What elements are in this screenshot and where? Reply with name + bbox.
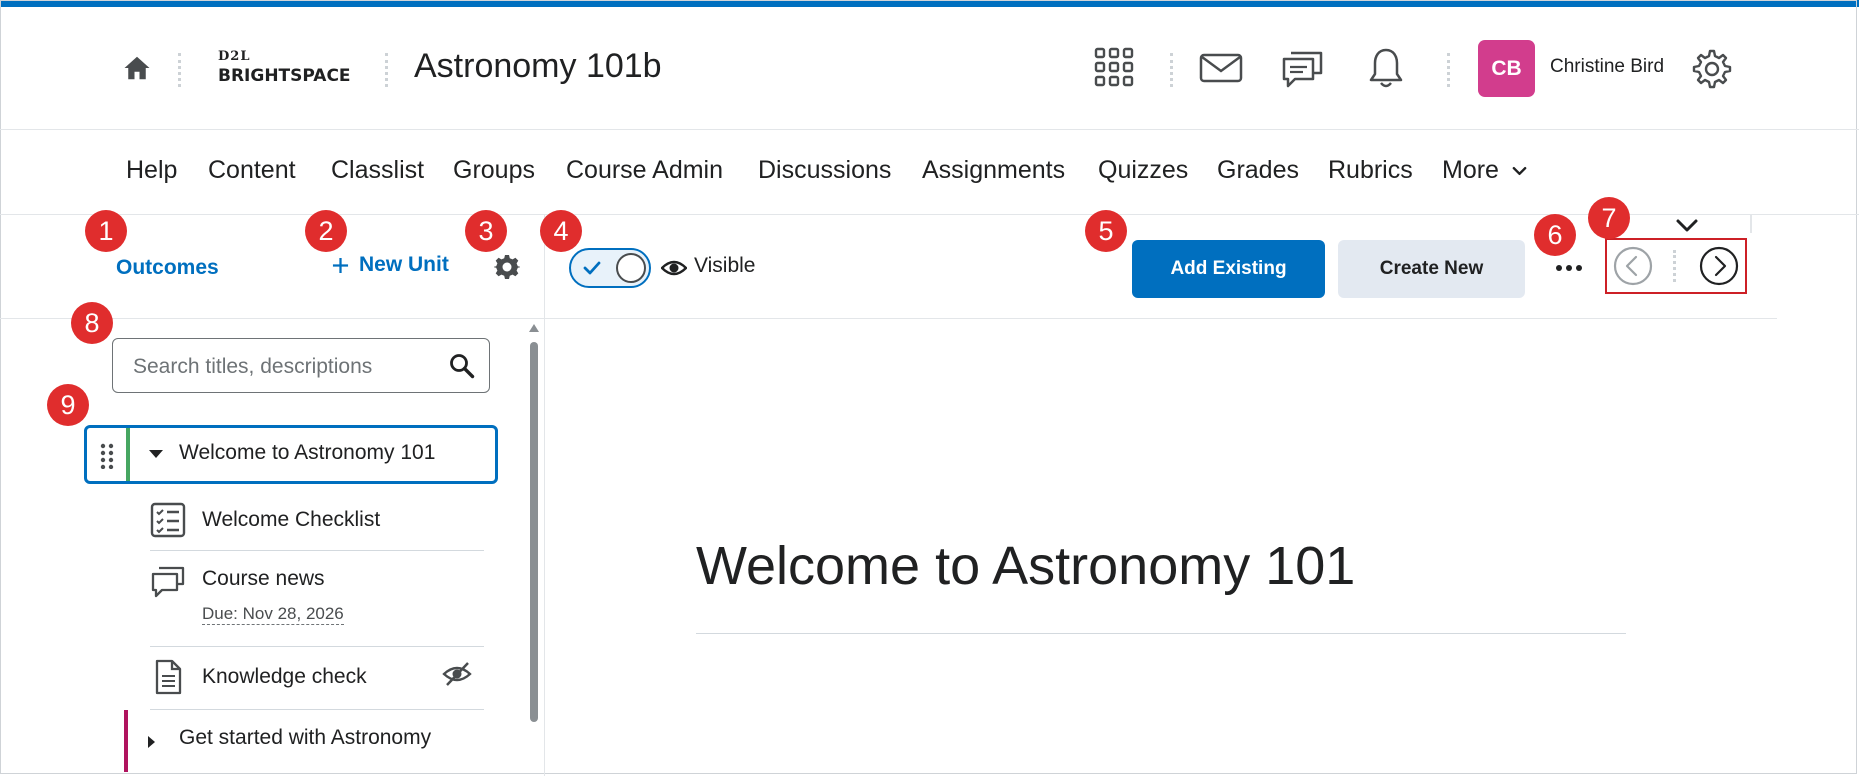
unit-item-get-started[interactable]: Get started with Astronomy — [124, 710, 494, 776]
visibility-toggle[interactable] — [569, 248, 651, 288]
bell-icon[interactable] — [1368, 47, 1404, 89]
caret-down-icon[interactable] — [149, 450, 163, 458]
new-unit-label: New Unit — [359, 253, 449, 276]
nav-rubrics[interactable]: Rubrics — [1328, 156, 1413, 185]
checkmark-icon — [583, 261, 601, 275]
due-date: Due: Nov 28, 2026 — [202, 604, 344, 625]
mail-icon[interactable] — [1199, 53, 1243, 83]
unit-title: Welcome to Astronomy 101 — [179, 441, 436, 464]
checklist-icon — [150, 502, 186, 538]
nav-groups[interactable]: Groups — [453, 156, 535, 185]
unit-color-bar — [126, 428, 130, 481]
avatar[interactable]: CB — [1478, 40, 1535, 97]
callout-badge-8: 8 — [71, 302, 113, 344]
nav-course-admin[interactable]: Course Admin — [566, 156, 723, 185]
header-separator — [1170, 53, 1173, 87]
topic-item[interactable]: Knowledge check — [150, 647, 484, 710]
nav-discussions[interactable]: Discussions — [758, 156, 891, 185]
page-title: Welcome to Astronomy 101 — [696, 536, 1356, 596]
course-title[interactable]: Astronomy 101b — [414, 47, 662, 86]
discussion-icon — [151, 566, 185, 598]
topic-title: Welcome Checklist — [202, 508, 381, 531]
home-icon[interactable] — [122, 53, 152, 83]
new-unit-button[interactable]: New Unit — [332, 253, 449, 277]
search-icon[interactable] — [449, 353, 475, 379]
toc-scrollbar[interactable] — [528, 322, 540, 722]
chevron-down-icon — [1512, 167, 1527, 176]
plus-icon — [332, 257, 349, 273]
header-separator — [1447, 53, 1450, 87]
callout-badge-3: 3 — [465, 210, 507, 252]
gear-icon[interactable] — [1690, 47, 1734, 91]
topic-title: Knowledge check — [202, 665, 367, 688]
pager-separator — [1673, 250, 1676, 282]
brightspace-logo[interactable]: D2L BRIGHTSPACE — [218, 49, 351, 86]
title-divider — [696, 633, 1626, 634]
nav-more-label: More — [1442, 156, 1499, 184]
toc-search-box — [112, 338, 490, 393]
caret-right-icon[interactable] — [148, 736, 155, 748]
search-input[interactable] — [131, 351, 435, 383]
unit-color-bar — [124, 710, 128, 772]
nav-content[interactable]: Content — [208, 156, 296, 185]
next-icon[interactable] — [1699, 246, 1739, 286]
callout-badge-4: 4 — [540, 210, 582, 252]
nav-classlist[interactable]: Classlist — [331, 156, 424, 185]
previous-icon[interactable] — [1613, 246, 1653, 286]
outcomes-link[interactable]: Outcomes — [116, 256, 219, 280]
toggle-knob — [616, 253, 646, 283]
callout-badge-1: 1 — [85, 210, 127, 252]
top-header: D2L BRIGHTSPACE Astronomy 101b CB Christ… — [0, 7, 1859, 130]
waffle-icon[interactable] — [1094, 47, 1134, 87]
hidden-eye-icon — [442, 662, 472, 686]
drag-handle-icon[interactable] — [99, 443, 115, 469]
nav-more[interactable]: More — [1442, 156, 1527, 185]
header-separator — [178, 53, 181, 87]
unit-item-welcome[interactable]: Welcome to Astronomy 101 — [84, 425, 498, 484]
collapse-chevron-icon[interactable] — [1675, 218, 1699, 234]
course-navbar: Help Content Classlist Groups Course Adm… — [0, 130, 1859, 215]
callout-badge-9: 9 — [47, 384, 89, 426]
nav-help[interactable]: Help — [126, 156, 177, 185]
callout-badge-5: 5 — [1085, 210, 1127, 252]
document-icon — [155, 659, 182, 695]
create-new-button[interactable]: Create New — [1338, 240, 1525, 298]
nav-grades[interactable]: Grades — [1217, 156, 1299, 185]
visibility-label: Visible — [694, 254, 756, 277]
more-options-icon[interactable] — [1554, 258, 1584, 278]
callout-badge-2: 2 — [305, 210, 347, 252]
settings-gear-icon[interactable] — [494, 254, 520, 280]
callout-badge-7: 7 — [1588, 197, 1630, 239]
chat-icon[interactable] — [1281, 49, 1325, 89]
user-name[interactable]: Christine Bird — [1550, 56, 1664, 78]
callout-badge-6: 6 — [1534, 214, 1576, 256]
eye-icon — [661, 260, 687, 276]
header-separator — [385, 53, 388, 87]
topic-item[interactable]: Welcome Checklist — [150, 496, 484, 551]
topic-item[interactable]: Course news Due: Nov 28, 2026 — [150, 551, 484, 647]
topic-pager — [1605, 238, 1747, 294]
panel-edge — [1750, 215, 1752, 233]
nav-assignments[interactable]: Assignments — [922, 156, 1065, 185]
nav-quizzes[interactable]: Quizzes — [1098, 156, 1188, 185]
unit-title: Get started with Astronomy — [179, 726, 432, 749]
add-existing-button[interactable]: Add Existing — [1132, 240, 1325, 298]
topic-title: Course news — [202, 567, 325, 590]
